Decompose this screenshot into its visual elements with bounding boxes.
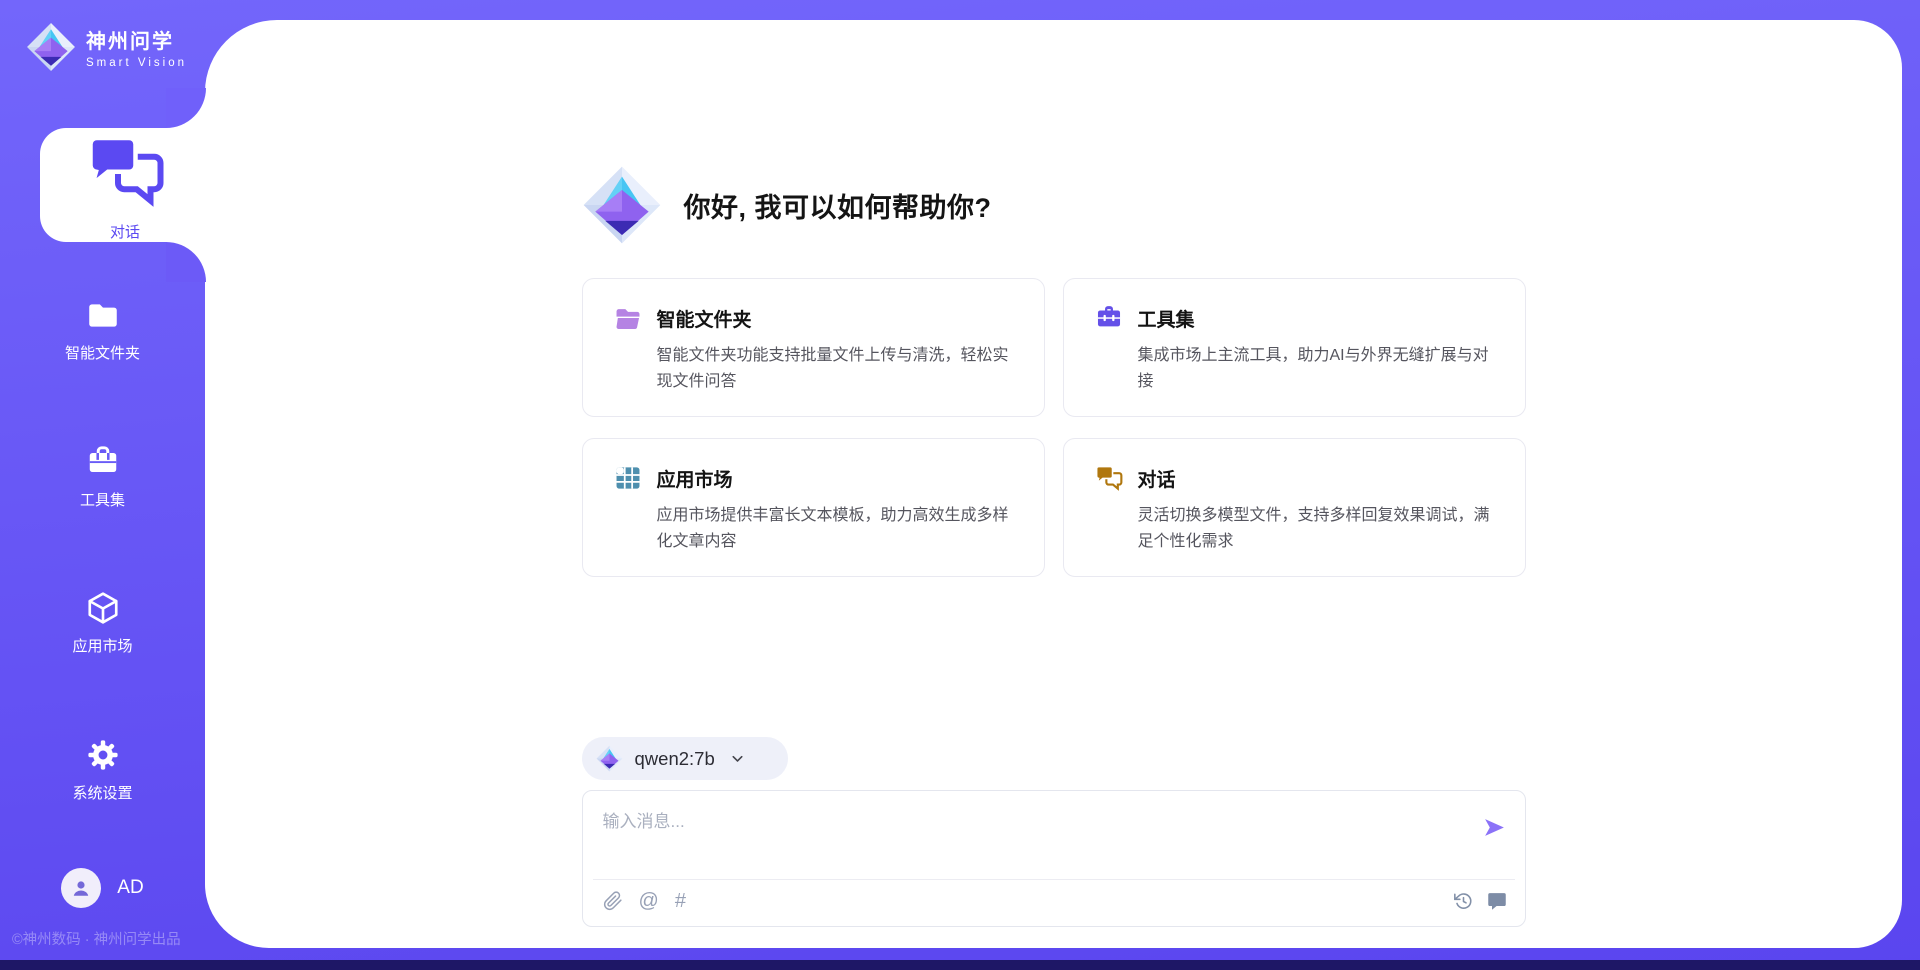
person-icon xyxy=(69,876,93,900)
sidebar-item-toolset[interactable]: 工具集 xyxy=(0,444,205,510)
message-input[interactable] xyxy=(603,807,1453,865)
feature-card-toolset[interactable]: 工具集 集成市场上主流工具，助力AI与外界无缝扩展与对接 xyxy=(1063,278,1526,417)
card-title: 应用市场 xyxy=(657,465,733,492)
composer-divider xyxy=(593,879,1515,880)
topic-button[interactable]: # xyxy=(675,891,686,911)
card-description: 灵活切换多模型文件，支持多样回复效果调试，满足个性化需求 xyxy=(1138,503,1497,554)
card-title: 对话 xyxy=(1138,465,1176,492)
user-initials: AD xyxy=(117,877,143,899)
cube-icon xyxy=(85,590,121,626)
sidebar: 神州问学 Smart Vision 对话 智能文件夹 工具集 xyxy=(0,0,205,970)
user-account[interactable]: AD xyxy=(0,868,205,908)
brand[interactable]: 神州问学 Smart Vision xyxy=(26,22,187,72)
gear-icon xyxy=(85,737,121,773)
folder-icon xyxy=(85,297,121,333)
brand-logo-icon xyxy=(26,22,76,72)
feature-cards: 智能文件夹 智能文件夹功能支持批量文件上传与清洗，轻松实现文件问答 xyxy=(582,278,1526,577)
active-tab-fillet-bottom xyxy=(166,242,206,282)
model-logo-icon xyxy=(596,745,623,772)
sidebar-item-label: 智能文件夹 xyxy=(65,342,140,363)
conversation-list-button[interactable] xyxy=(1487,891,1507,911)
grid-icon xyxy=(613,463,643,493)
sidebar-item-settings[interactable]: 系统设置 xyxy=(0,737,205,803)
main-content-area: 你好, 我可以如何帮助你? 智能文件夹 智能文件夹功能支持批量文件上传与清洗，轻… xyxy=(205,20,1902,948)
sidebar-item-label: 系统设置 xyxy=(72,782,132,803)
greeting-row: 你好, 我可以如何帮助你? xyxy=(582,20,1526,245)
avatar xyxy=(61,868,101,908)
card-description: 智能文件夹功能支持批量文件上传与清洗，轻松实现文件问答 xyxy=(657,343,1016,394)
toolbox-icon xyxy=(1094,303,1124,333)
model-selector[interactable]: qwen2:7b xyxy=(582,737,788,780)
attach-file-button[interactable] xyxy=(603,891,623,911)
mention-button[interactable]: @ xyxy=(639,891,659,911)
sidebar-footer: ©神州数码 · 神州问学出品 xyxy=(12,928,181,949)
chat-icon xyxy=(1094,463,1124,493)
card-description: 应用市场提供丰富长文本模板，助力高效生成多样化文章内容 xyxy=(657,503,1016,554)
chevron-down-icon xyxy=(729,750,746,767)
feature-card-chat[interactable]: 对话 灵活切换多模型文件，支持多样回复效果调试，满足个性化需求 xyxy=(1063,438,1526,577)
message-composer: @ # xyxy=(582,790,1526,927)
folder-icon xyxy=(613,303,643,333)
card-description: 集成市场上主流工具，助力AI与外界无缝扩展与对接 xyxy=(1138,343,1497,394)
assistant-logo-icon xyxy=(582,165,662,245)
brand-subtitle: Smart Vision xyxy=(86,57,187,69)
card-title: 工具集 xyxy=(1138,305,1195,332)
sidebar-item-label: 应用市场 xyxy=(72,635,132,656)
sidebar-item-smart-folder[interactable]: 智能文件夹 xyxy=(0,297,205,363)
bottom-bar xyxy=(0,960,1920,970)
sidebar-item-label: 对话 xyxy=(110,221,140,242)
hash-icon: # xyxy=(675,891,686,911)
feature-card-smart-folder[interactable]: 智能文件夹 智能文件夹功能支持批量文件上传与清洗，轻松实现文件问答 xyxy=(582,278,1045,417)
history-icon xyxy=(1453,891,1473,911)
paperclip-icon xyxy=(603,891,623,911)
card-title: 智能文件夹 xyxy=(657,305,752,332)
message-icon xyxy=(1487,891,1507,911)
feature-card-app-market[interactable]: 应用市场 应用市场提供丰富长文本模板，助力高效生成多样化文章内容 xyxy=(582,438,1045,577)
chat-icon xyxy=(83,128,168,213)
greeting-text: 你好, 我可以如何帮助你? xyxy=(684,186,992,225)
toolbox-icon xyxy=(85,444,121,480)
brand-name: 神州问学 xyxy=(86,25,187,54)
send-icon[interactable] xyxy=(1482,815,1507,840)
sidebar-item-chat[interactable]: 对话 xyxy=(40,128,210,242)
active-tab-fillet-top xyxy=(166,88,206,128)
sidebar-item-label: 工具集 xyxy=(80,489,125,510)
at-icon: @ xyxy=(639,891,659,911)
model-name: qwen2:7b xyxy=(635,748,715,770)
sidebar-item-app-market[interactable]: 应用市场 xyxy=(0,590,205,656)
history-button[interactable] xyxy=(1453,891,1473,911)
